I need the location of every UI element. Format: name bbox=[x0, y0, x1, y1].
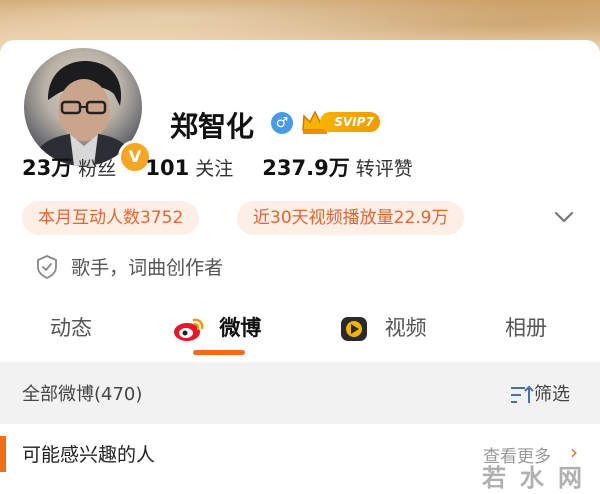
video-plays-pill[interactable]: 近30天视频播放量22.9万 bbox=[237, 201, 465, 235]
tab-dynamic[interactable]: 动态 bbox=[50, 308, 92, 348]
verification-text: 歌手，词曲创作者 bbox=[71, 257, 224, 279]
interest-title: 可能感兴趣的人 bbox=[22, 444, 156, 466]
stat-following[interactable]: 101 关注 bbox=[145, 154, 233, 181]
filter-label: 筛选 bbox=[534, 384, 570, 405]
tab-label: 微博 bbox=[219, 316, 262, 340]
section-accent-bar bbox=[0, 436, 6, 472]
stat-interactions[interactable]: 237.9万 转评赞 bbox=[262, 152, 412, 182]
stat-fans[interactable]: 23万 粉丝 bbox=[22, 152, 116, 182]
tab-label: 视频 bbox=[384, 316, 427, 340]
svip-badge[interactable]: SVIP7 bbox=[300, 108, 382, 136]
male-gender-icon: ♂ bbox=[271, 112, 293, 134]
feed-filter-bar: 全部微博(470) 筛选 bbox=[0, 362, 600, 424]
monthly-interaction-pill[interactable]: 本月互动人数3752 bbox=[22, 201, 200, 235]
svip-label: SVIP7 bbox=[320, 112, 380, 132]
stat-value: 101 bbox=[145, 156, 190, 180]
verification-row: 歌手，词曲创作者 bbox=[36, 253, 223, 280]
filter-icon bbox=[511, 385, 534, 403]
profile-tabs: 动态 微博 视频 相册 bbox=[0, 300, 600, 362]
video-icon bbox=[341, 317, 367, 341]
tab-label: 动态 bbox=[50, 316, 92, 340]
all-weibo-count[interactable]: 全部微博(470) bbox=[22, 380, 142, 406]
tab-album[interactable]: 相册 bbox=[505, 308, 547, 348]
stat-label: 粉丝 bbox=[78, 158, 117, 180]
stat-label: 转评赞 bbox=[355, 158, 413, 180]
profile-name: 郑智化 bbox=[170, 110, 255, 143]
stat-label: 关注 bbox=[195, 158, 234, 180]
tab-label: 相册 bbox=[505, 316, 547, 340]
chevron-down-icon[interactable] bbox=[551, 204, 577, 230]
shield-check-icon bbox=[37, 254, 57, 279]
weibo-icon bbox=[174, 318, 204, 341]
stats-row: 23万 粉丝 101 关注 237.9万 转评赞 bbox=[22, 152, 437, 182]
active-tab-indicator bbox=[193, 350, 245, 355]
tab-video[interactable]: 视频 bbox=[338, 308, 427, 348]
filter-button[interactable]: 筛选 bbox=[508, 380, 570, 406]
watermark-logo: 若水网 bbox=[482, 464, 596, 492]
tab-weibo[interactable]: 微博 bbox=[172, 308, 261, 348]
stat-value: 237.9万 bbox=[262, 156, 350, 180]
stat-value: 23万 bbox=[22, 156, 73, 180]
